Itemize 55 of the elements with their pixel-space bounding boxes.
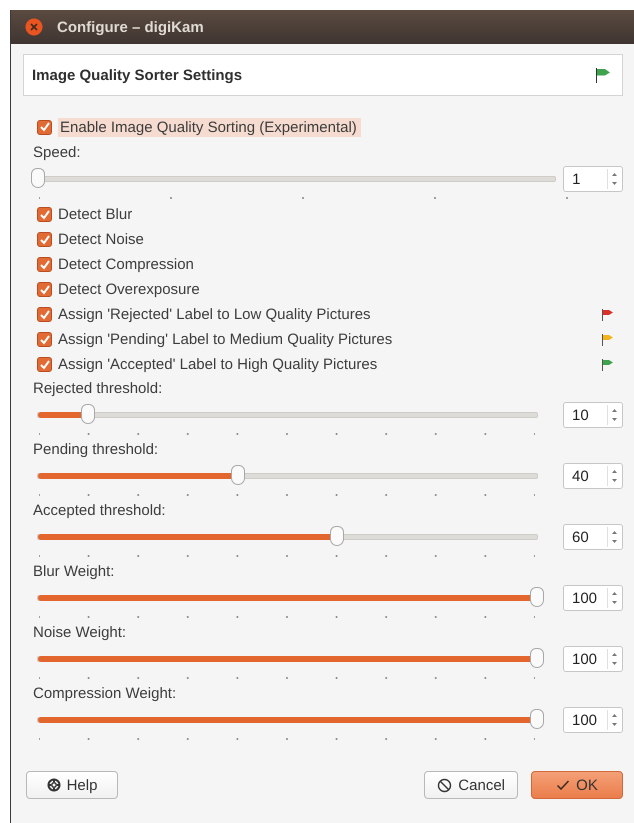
- spin-box[interactable]: 10: [563, 402, 623, 428]
- slider-label: Noise Weight:: [33, 624, 128, 643]
- spin-arrows-icon[interactable]: [607, 169, 619, 189]
- spin-box[interactable]: 100: [563, 585, 623, 611]
- checkbox-label: Assign 'Accepted' Label to High Quality Pictures: [58, 356, 378, 373]
- window-title: Configure – digiKam: [57, 18, 204, 36]
- settings-title: Image Quality Sorter Settings: [32, 66, 242, 84]
- checkbox-label: Assign 'Rejected' Label to Low Quality Pictures: [58, 306, 371, 323]
- checkbox[interactable]: [37, 120, 52, 134]
- cancel-button[interactable]: Cancel: [424, 771, 518, 799]
- spin-arrows-icon[interactable]: [607, 527, 619, 547]
- checkbox[interactable]: [37, 207, 52, 222]
- checkbox[interactable]: [37, 232, 52, 247]
- slider-thumb[interactable]: [31, 168, 45, 188]
- help-button[interactable]: Help: [26, 771, 118, 799]
- slider-thumb[interactable]: [530, 587, 544, 607]
- checkmark-icon: [556, 778, 570, 792]
- slider-label: Pending threshold:: [33, 441, 160, 460]
- slider-label: Blur Weight:: [33, 563, 116, 582]
- slider-label: Speed:: [33, 144, 82, 163]
- enable-checkbox-row[interactable]: Enable Image Quality Sorting (Experimental): [37, 116, 623, 138]
- checkbox[interactable]: [37, 357, 52, 372]
- spin-box[interactable]: 100: [563, 707, 623, 733]
- slider-thumb[interactable]: [530, 709, 544, 729]
- spin-box[interactable]: 100: [563, 646, 623, 672]
- spin-arrows-icon[interactable]: [607, 466, 619, 486]
- checkbox-label: Assign 'Pending' Label to Medium Quality Pictures: [58, 331, 392, 348]
- cancel-icon: [437, 778, 452, 792]
- checkbox-label: Detect Blur: [58, 206, 132, 223]
- spin-box[interactable]: 60: [563, 524, 623, 550]
- spin-arrows-icon[interactable]: [607, 588, 619, 608]
- spin-box[interactable]: 1: [563, 166, 623, 192]
- lifebuoy-icon: [46, 778, 61, 792]
- checkbox[interactable]: [37, 257, 52, 272]
- checkbox-label: Enable Image Quality Sorting (Experimental): [58, 118, 361, 136]
- checkbox[interactable]: [37, 282, 52, 297]
- slider-thumb[interactable]: [530, 648, 544, 668]
- checkbox[interactable]: [37, 332, 52, 347]
- spin-box[interactable]: 40: [563, 463, 623, 489]
- spin-arrows-icon[interactable]: [607, 710, 619, 730]
- ok-button[interactable]: OK: [531, 771, 623, 799]
- slider-label: Rejected threshold:: [33, 380, 164, 399]
- checkbox-label: Detect Noise: [58, 231, 144, 248]
- checkbox-label: Detect Compression: [58, 256, 194, 273]
- checkbox[interactable]: [37, 307, 52, 322]
- spin-arrows-icon[interactable]: [607, 649, 619, 669]
- slider-label: Accepted threshold:: [33, 502, 167, 521]
- close-icon[interactable]: [25, 18, 43, 36]
- slider-thumb[interactable]: [330, 526, 344, 546]
- checkbox-label: Detect Overexposure: [58, 281, 200, 298]
- slider-thumb[interactable]: [80, 404, 95, 424]
- slider-label: Compression Weight:: [33, 685, 178, 704]
- slider-thumb[interactable]: [230, 465, 245, 485]
- flag-icon: [594, 66, 612, 84]
- spin-arrows-icon[interactable]: [607, 405, 619, 425]
